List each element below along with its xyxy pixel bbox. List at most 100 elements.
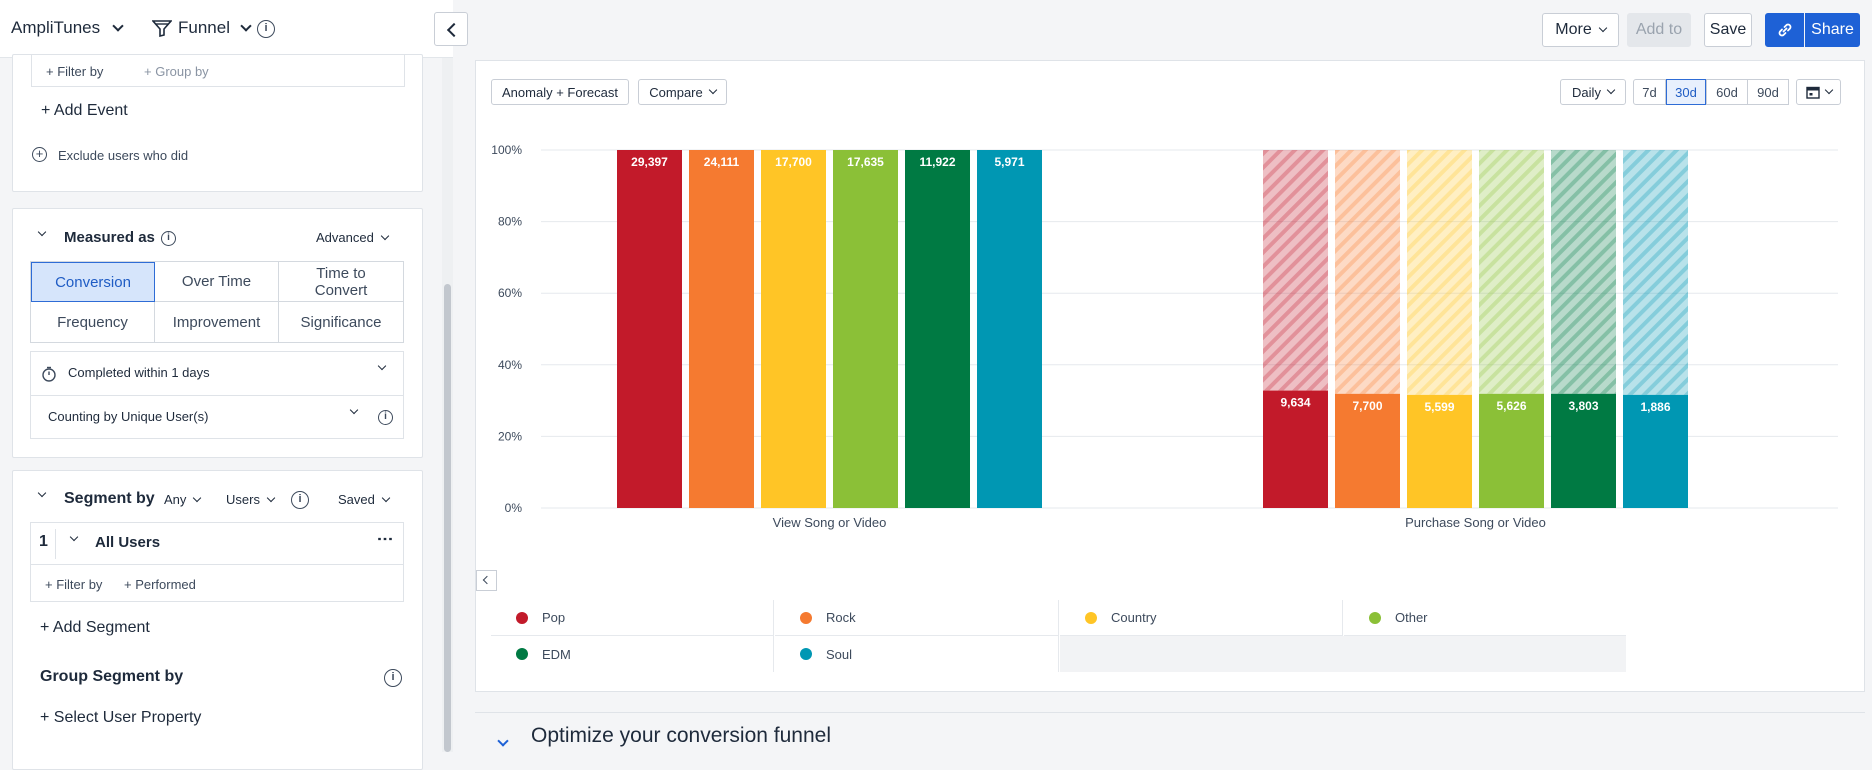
any-dropdown[interactable]: Any <box>164 492 202 507</box>
filter-by-link[interactable]: + Filter by <box>46 64 103 79</box>
info-icon[interactable]: i <box>378 410 393 425</box>
chevron-down-icon[interactable] <box>497 735 509 747</box>
sidebar-scrollbar-thumb[interactable] <box>444 284 451 752</box>
legend-label: Rock <box>826 610 856 625</box>
y-tick-label: 20% <box>498 429 522 443</box>
segment-row: 1 All Users ⋮ + Filter by + Performed <box>30 522 404 602</box>
legend-label: Other <box>1395 610 1428 625</box>
save-button[interactable]: Save <box>1704 13 1752 47</box>
completed-within-dropdown[interactable]: Completed within 1 days <box>31 352 403 396</box>
dropoff-bar <box>1263 150 1328 391</box>
saved-dropdown[interactable]: Saved <box>338 492 391 507</box>
share-button[interactable]: Share <box>1805 13 1860 47</box>
advanced-dropdown[interactable]: Advanced <box>316 230 390 245</box>
data-label: 7,700 <box>1352 399 1382 413</box>
legend-label: EDM <box>542 646 571 662</box>
chart-panel: Anomaly + Forecast Compare Daily 7d 30d … <box>475 60 1865 692</box>
bar <box>833 150 898 508</box>
legend-item[interactable]: Other <box>1344 600 1626 636</box>
chevron-down-icon <box>1598 23 1607 33</box>
plus-circle-icon: + <box>32 147 47 162</box>
legend-item[interactable]: Pop <box>491 600 774 636</box>
dropoff-bar <box>1623 150 1688 395</box>
data-label: 9,634 <box>1280 396 1310 410</box>
funnel-icon <box>152 20 172 37</box>
dropoff-bar <box>1335 150 1400 394</box>
exclude-users-link[interactable]: Exclude users who did <box>58 148 188 163</box>
select-user-property-button[interactable]: + Select User Property <box>40 709 201 727</box>
chevron-down-icon <box>193 493 202 502</box>
users-dropdown[interactable]: Users <box>226 492 276 507</box>
legend-label: Soul <box>826 646 853 662</box>
legend-item[interactable]: EDM <box>491 636 774 672</box>
any-label: Any <box>164 492 187 507</box>
data-label: 24,111 <box>704 155 740 169</box>
legend-empty-cell <box>1060 636 1626 672</box>
metric-time-to-convert[interactable]: Time to Convert <box>279 262 403 302</box>
legend-swatch <box>1085 611 1097 624</box>
chevron-down-icon <box>377 361 387 371</box>
more-button[interactable]: More <box>1542 13 1619 47</box>
more-vertical-icon[interactable]: ⋮ <box>376 531 393 547</box>
collapse-sidebar-button[interactable] <box>434 12 468 46</box>
data-label: 5,971 <box>994 155 1024 169</box>
chevron-left-icon <box>482 575 492 585</box>
add-event-button[interactable]: + Add Event <box>41 102 128 120</box>
x-category-label: View Song or Video <box>773 515 887 530</box>
legend-swatch <box>1369 611 1381 624</box>
range-30d[interactable]: 30d <box>1666 79 1706 105</box>
y-tick-label: 100% <box>491 143 522 157</box>
legend-item[interactable]: Rock <box>775 600 1059 636</box>
saved-label: Saved <box>338 492 375 507</box>
funnel-chart: 0% 20% 40% 60% 80% 100% 29,397 24,111 17,700 17,6… <box>491 143 1838 530</box>
copy-link-button[interactable] <box>1765 13 1804 47</box>
y-tick-label: 80% <box>498 215 522 229</box>
bar <box>689 150 754 508</box>
legend-swatch <box>516 611 528 624</box>
project-selector[interactable]: AmpliTunes <box>11 18 124 38</box>
metric-improvement[interactable]: Improvement <box>155 302 279 342</box>
add-segment-button[interactable]: + Add Segment <box>40 619 150 637</box>
conversion-settings: Completed within 1 days Counting by Uniq… <box>30 351 404 439</box>
chevron-down-icon <box>266 493 276 502</box>
optimize-section: Optimize your conversion funnel <box>475 712 1865 752</box>
project-name: AmpliTunes <box>11 18 101 37</box>
legend-item[interactable]: Soul <box>775 636 1059 672</box>
y-tick-label: 0% <box>505 501 523 515</box>
chart-scroll-left-button[interactable] <box>476 570 497 591</box>
divider <box>55 529 56 559</box>
metric-over-time[interactable]: Over Time <box>155 262 279 302</box>
dropoff-bar <box>1407 150 1472 395</box>
link-icon <box>1778 23 1791 37</box>
metric-conversion[interactable]: Conversion <box>31 262 155 302</box>
chart-type-selector[interactable]: Funnel <box>152 18 252 38</box>
legend-swatch <box>800 611 812 624</box>
segment-number: 1 <box>39 533 48 550</box>
metric-significance[interactable]: Significance <box>279 302 403 342</box>
bar <box>617 150 682 508</box>
y-tick-label: 60% <box>498 286 522 300</box>
legend-label: Country <box>1111 610 1157 625</box>
metric-selector: Conversion Over Time Time to Convert Fre… <box>30 261 404 343</box>
segment-performed-link[interactable]: + Performed <box>124 577 196 592</box>
info-icon[interactable]: i <box>257 20 275 38</box>
bar <box>905 150 970 508</box>
segment-name: All Users <box>95 534 161 551</box>
data-label: 17,700 <box>775 155 812 169</box>
chevron-down-icon <box>381 493 391 502</box>
counting-by-dropdown[interactable]: Counting by Unique User(s) i <box>31 396 403 440</box>
info-icon[interactable]: i <box>291 491 309 509</box>
stopwatch-icon <box>42 366 56 382</box>
data-label: 3,803 <box>1568 399 1598 413</box>
legend-item[interactable]: Country <box>1060 600 1343 636</box>
info-icon[interactable]: i <box>384 669 402 687</box>
events-card: + Filter by + Group by + Add Event + Exc… <box>12 54 423 192</box>
chevron-down-icon[interactable] <box>69 532 79 542</box>
legend-swatch <box>800 648 812 660</box>
metric-frequency[interactable]: Frequency <box>31 302 155 342</box>
info-icon[interactable]: i <box>161 231 176 246</box>
segment-filter-by-link[interactable]: + Filter by <box>45 577 102 592</box>
segment-header: 1 All Users ⋮ <box>31 523 403 565</box>
add-to-button[interactable]: Add to <box>1627 13 1691 47</box>
group-by-link[interactable]: + Group by <box>144 64 209 79</box>
